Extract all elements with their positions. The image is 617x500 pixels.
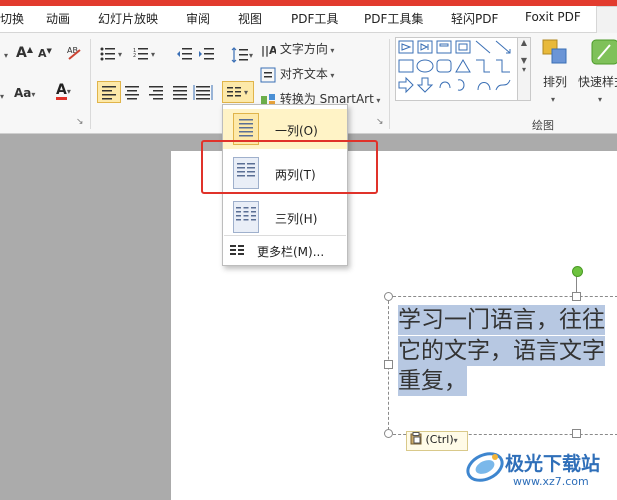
quick-styles-button[interactable]: 快速样式 xyxy=(578,73,617,90)
svg-text:▾: ▾ xyxy=(244,88,248,97)
numbered-list-icon[interactable]: 1 2 ▾ xyxy=(133,47,157,64)
watermark-brand: 极光下载站 xyxy=(505,453,601,475)
three-columns-icon xyxy=(233,201,259,233)
resize-handle-top-center[interactable] xyxy=(572,292,581,301)
text-line-1: 学习一门语言，往往 xyxy=(398,305,605,335)
tab-transitions[interactable]: 切换 xyxy=(0,10,24,27)
arrange-icon[interactable] xyxy=(540,37,570,70)
paste-options-button[interactable]: (Ctrl)▾ xyxy=(406,431,468,451)
grow-font-button[interactable]: A▲ xyxy=(16,45,33,61)
font-color-button[interactable]: A▾ xyxy=(56,83,71,100)
watermark-url: www.xz7.com xyxy=(513,475,589,488)
columns-button[interactable]: ▾ xyxy=(222,81,254,103)
clipboard-icon xyxy=(410,432,422,448)
line-spacing-icon[interactable]: ▾ xyxy=(231,47,255,66)
text-line-3: 重复， xyxy=(398,366,467,396)
text-direction-button[interactable]: ||A 文字方向 ▾ xyxy=(260,40,334,58)
ribbon-tab-bar: 切换 动画 幻灯片放映 审阅 视图 PDF工具 PDF工具集 轻闪PDF Fox… xyxy=(0,6,617,33)
decrease-indent-icon[interactable] xyxy=(176,47,192,64)
menu-item-three-columns[interactable]: 三列(H) xyxy=(223,197,347,237)
distribute-button[interactable] xyxy=(193,82,213,105)
highlight-annotation-box xyxy=(201,140,378,194)
font-dialog-launcher-icon[interactable]: ↘ xyxy=(76,117,84,127)
tab-lightning-pdf[interactable]: 轻闪PDF xyxy=(451,10,498,27)
svg-text:2: 2 xyxy=(133,53,136,59)
resize-handle-top-left[interactable] xyxy=(384,292,393,301)
justify-button[interactable] xyxy=(170,82,190,105)
three-columns-label: 三列(H) xyxy=(275,212,318,226)
align-text-button[interactable]: 对齐文本 ▾ xyxy=(260,65,334,83)
drawing-group-label: 绘图 xyxy=(532,119,554,132)
align-left-button[interactable] xyxy=(97,81,121,103)
bullet-list-icon[interactable]: ▾ xyxy=(100,47,124,64)
tab-pdf-toolset[interactable]: PDF工具集 xyxy=(364,10,423,27)
paragraph-dialog-launcher-icon[interactable]: ↘ xyxy=(376,117,384,127)
rotate-handle[interactable] xyxy=(572,266,583,277)
more-columns-label: 更多栏(M)... xyxy=(257,245,325,259)
resize-handle-bottom-center[interactable] xyxy=(572,429,581,438)
shapes-gallery-scroll[interactable]: ▲ ▼ ▾ xyxy=(517,37,531,101)
clear-format-icon[interactable]: AB xyxy=(66,44,84,65)
align-right-button[interactable] xyxy=(146,82,166,105)
resize-handle-bottom-left[interactable] xyxy=(384,429,393,438)
resize-handle-middle-left[interactable] xyxy=(384,360,393,369)
svg-text:▾: ▾ xyxy=(118,50,122,59)
font-dropdown-arrow[interactable]: ▾ xyxy=(0,88,4,102)
arrange-button[interactable]: 排列 xyxy=(543,73,567,90)
tab-format-partial[interactable] xyxy=(596,6,617,33)
change-case-button[interactable]: Aa▾ xyxy=(14,86,35,100)
tab-foxit-pdf[interactable]: Foxit PDF xyxy=(525,10,581,24)
arrange-dropdown[interactable]: ▾ xyxy=(551,91,555,105)
text-line-2: 它的文字，语言文字 xyxy=(398,336,605,366)
align-center-button[interactable] xyxy=(122,82,142,105)
menu-separator xyxy=(224,235,346,236)
svg-text:||A: ||A xyxy=(261,44,276,57)
svg-text:▾: ▾ xyxy=(249,51,253,60)
quick-styles-dropdown[interactable]: ▾ xyxy=(598,91,602,105)
quick-styles-icon[interactable] xyxy=(590,37,617,70)
svg-text:▾: ▾ xyxy=(151,50,155,59)
tab-slideshow[interactable]: 幻灯片放映 xyxy=(98,10,158,27)
watermark: 极光下载站 www.xz7.com xyxy=(465,445,615,495)
watermark-logo-icon xyxy=(466,452,504,482)
shapes-gallery[interactable] xyxy=(395,37,519,101)
tab-animations[interactable]: 动画 xyxy=(46,10,70,27)
font-size-dropdown[interactable]: ▾ xyxy=(4,47,8,61)
paste-options-label: (Ctrl) xyxy=(425,433,454,446)
increase-indent-icon[interactable] xyxy=(198,47,214,64)
more-columns-icon xyxy=(230,244,244,259)
tab-review[interactable]: 审阅 xyxy=(186,10,210,27)
tab-view[interactable]: 视图 xyxy=(238,10,262,27)
menu-item-more-columns[interactable]: 更多栏(M)... xyxy=(223,239,347,263)
tab-pdf-tools[interactable]: PDF工具 xyxy=(291,10,338,27)
shrink-font-button[interactable]: A▼ xyxy=(38,47,52,60)
one-column-label: 一列(O) xyxy=(275,124,318,138)
